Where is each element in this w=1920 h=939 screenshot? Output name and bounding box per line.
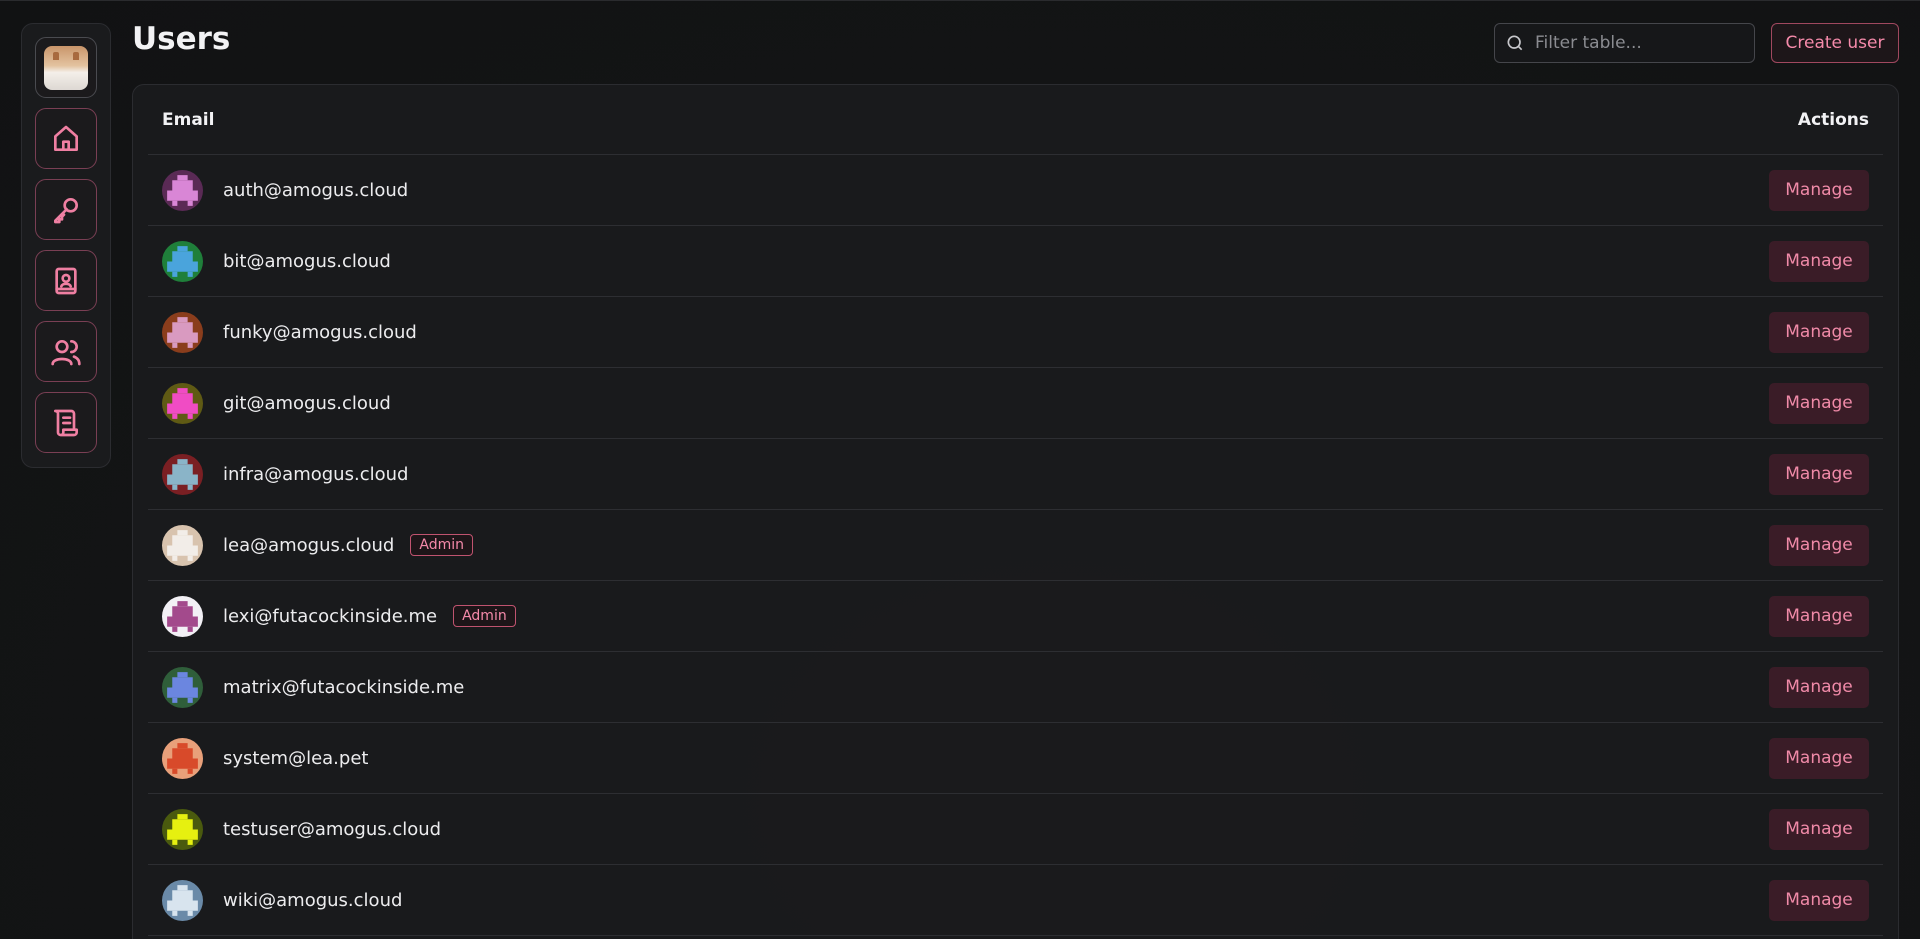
page-title: Users [132, 21, 231, 57]
column-header-email: Email [162, 109, 215, 130]
table-row: wiki@amogus.cloud Manage [148, 865, 1883, 936]
user-email: infra@amogus.cloud [223, 463, 409, 485]
user-avatar [162, 808, 203, 850]
user-avatar [162, 311, 203, 353]
table-body: auth@amogus.cloud Manage bit@amogus.cloud M… [148, 155, 1883, 936]
identicon-icon [167, 600, 198, 632]
user-email: matrix@futacockinside.me [223, 676, 465, 698]
manage-button[interactable]: Manage [1769, 524, 1869, 566]
user-avatar [162, 737, 203, 779]
manage-button[interactable]: Manage [1769, 595, 1869, 637]
users-table: Email Actions auth@amogus.cloud Manage bit… [132, 84, 1899, 939]
table-row: system@lea.pet Manage [148, 723, 1883, 794]
user-avatar [162, 169, 203, 211]
identicon-icon [167, 174, 198, 206]
manage-button[interactable]: Manage [1769, 382, 1869, 424]
admin-badge: Admin [453, 605, 516, 627]
sidebar [21, 23, 111, 468]
user-avatar [162, 666, 203, 708]
identicon-icon [167, 742, 198, 774]
nav-keys-button[interactable] [35, 179, 97, 240]
create-user-button[interactable]: Create user [1771, 23, 1899, 63]
home-icon [54, 125, 78, 151]
table-row: lexi@futacockinside.me Admin Manage [148, 581, 1883, 652]
identicon-icon [167, 316, 198, 348]
table-row: lea@amogus.cloud Admin Manage [148, 510, 1883, 581]
user-avatar [162, 879, 203, 921]
key-icon [54, 197, 78, 223]
nav-logs-button[interactable] [35, 392, 97, 453]
user-email: lea@amogus.cloud [223, 534, 395, 556]
table-row: testuser@amogus.cloud Manage [148, 794, 1883, 865]
manage-button[interactable]: Manage [1769, 311, 1869, 353]
user-email: testuser@amogus.cloud [223, 818, 442, 840]
identicon-icon [167, 387, 198, 419]
identicon-icon [167, 458, 198, 490]
user-email: auth@amogus.cloud [223, 179, 409, 201]
table-row: funky@amogus.cloud Manage [148, 297, 1883, 368]
manage-button[interactable]: Manage [1769, 737, 1869, 779]
admin-badge: Admin [410, 534, 473, 556]
user-avatar [162, 382, 203, 424]
user-email: funky@amogus.cloud [223, 321, 417, 343]
user-email: lexi@futacockinside.me [223, 605, 438, 627]
user-avatar [162, 595, 203, 637]
user-email: git@amogus.cloud [223, 392, 391, 414]
avatar [44, 45, 88, 90]
user-email: bit@amogus.cloud [223, 250, 391, 272]
nav-home-button[interactable] [35, 108, 97, 169]
nav-contacts-button[interactable] [35, 250, 97, 311]
profile-avatar-button[interactable] [35, 37, 97, 98]
user-avatar [162, 240, 203, 282]
manage-button[interactable]: Manage [1769, 666, 1869, 708]
column-header-actions: Actions [1797, 109, 1869, 130]
nav-users-button[interactable] [35, 321, 97, 382]
user-email: system@lea.pet [223, 747, 369, 769]
user-avatar [162, 453, 203, 495]
identicon-icon [167, 245, 198, 277]
users-icon [51, 339, 81, 365]
manage-button[interactable]: Manage [1769, 879, 1869, 921]
scroll-icon [54, 409, 78, 436]
table-row: infra@amogus.cloud Manage [148, 439, 1883, 510]
table-header: Email Actions [148, 85, 1883, 155]
identicon-icon [167, 884, 198, 916]
table-row: matrix@futacockinside.me Manage [148, 652, 1883, 723]
manage-button[interactable]: Manage [1769, 808, 1869, 850]
identicon-icon [167, 671, 198, 703]
contact-book-icon [55, 267, 77, 294]
table-row: git@amogus.cloud Manage [148, 368, 1883, 439]
identicon-icon [167, 813, 198, 845]
search-icon [1507, 35, 1523, 51]
manage-button[interactable]: Manage [1769, 240, 1869, 282]
user-email: wiki@amogus.cloud [223, 889, 403, 911]
table-row: auth@amogus.cloud Manage [148, 155, 1883, 226]
table-row: bit@amogus.cloud Manage [148, 226, 1883, 297]
identicon-icon [167, 529, 198, 561]
search-box[interactable] [1494, 23, 1755, 63]
user-avatar [162, 524, 203, 566]
manage-button[interactable]: Manage [1769, 169, 1869, 211]
manage-button[interactable]: Manage [1769, 453, 1869, 495]
search-input[interactable] [1535, 33, 1735, 53]
